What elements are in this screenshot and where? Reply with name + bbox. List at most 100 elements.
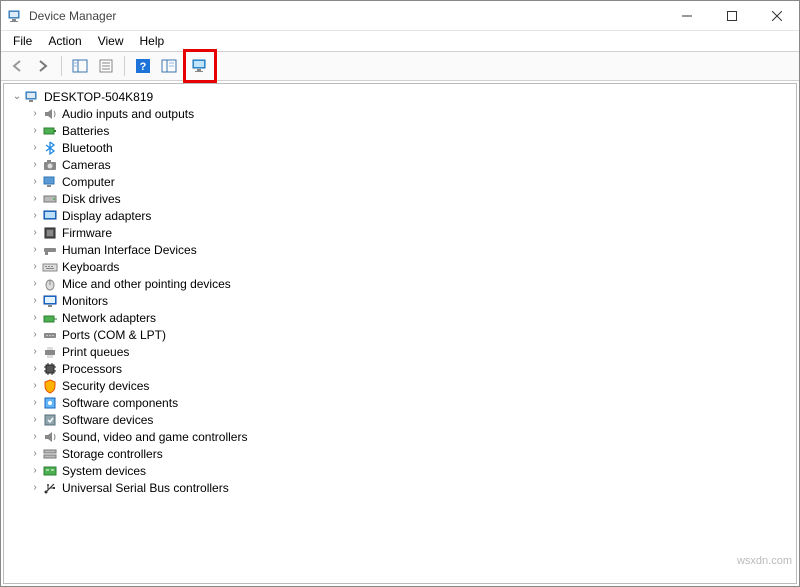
expand-collapse-icon[interactable]: ›: [28, 142, 42, 153]
action-button[interactable]: [157, 54, 181, 78]
menu-action[interactable]: Action: [40, 32, 89, 50]
back-button[interactable]: [5, 54, 29, 78]
tree-category-row[interactable]: › Human Interface Devices: [6, 241, 794, 258]
device-category-icon: [42, 191, 58, 207]
expand-collapse-icon[interactable]: ›: [28, 176, 42, 187]
tree-category-row[interactable]: ›Bluetooth: [6, 139, 794, 156]
toolbar: ?: [1, 51, 799, 81]
tree-category-row[interactable]: › Monitors: [6, 292, 794, 309]
expand-collapse-icon[interactable]: ›: [28, 346, 42, 357]
device-tree[interactable]: ⌄ DESKTOP-504K819 ›Audio inputs and outp…: [3, 83, 797, 584]
tree-category-row[interactable]: ›Universal Serial Bus controllers: [6, 479, 794, 496]
tree-category-row[interactable]: › Display adapters: [6, 207, 794, 224]
minimize-button[interactable]: [664, 1, 709, 31]
device-category-icon: [42, 344, 58, 360]
expand-collapse-icon[interactable]: ›: [28, 397, 42, 408]
expand-collapse-icon[interactable]: ›: [28, 159, 42, 170]
tree-category-label: Processors: [62, 362, 122, 376]
tree-category-row[interactable]: › Cameras: [6, 156, 794, 173]
tree-category-label: Display adapters: [62, 209, 151, 223]
expand-collapse-icon[interactable]: ⌄: [10, 91, 24, 102]
tree-category-row[interactable]: › System devices: [6, 462, 794, 479]
device-category-icon: [42, 276, 58, 292]
device-category-icon: [42, 463, 58, 479]
tree-category-row[interactable]: › Processors: [6, 360, 794, 377]
scan-for-hardware-changes-button[interactable]: [188, 54, 212, 78]
tree-category-row[interactable]: › Network adapters: [6, 309, 794, 326]
device-category-icon: [42, 123, 58, 139]
expand-collapse-icon[interactable]: ›: [28, 227, 42, 238]
device-category-icon: [42, 446, 58, 462]
tree-category-row[interactable]: ›Computer: [6, 173, 794, 190]
tree-category-row[interactable]: › Keyboards: [6, 258, 794, 275]
menu-help[interactable]: Help: [132, 32, 173, 50]
tree-category-label: Keyboards: [62, 260, 119, 274]
highlighted-toolbar-button: [183, 49, 217, 83]
tree-category-label: Cameras: [62, 158, 111, 172]
tree-root-label: DESKTOP-504K819: [44, 90, 153, 104]
expand-collapse-icon[interactable]: ›: [28, 295, 42, 306]
tree-category-row[interactable]: › Security devices: [6, 377, 794, 394]
device-category-icon: [42, 412, 58, 428]
tree-category-label: Ports (COM & LPT): [62, 328, 166, 342]
titlebar: Device Manager: [1, 1, 799, 31]
tree-category-label: Software devices: [62, 413, 153, 427]
expand-collapse-icon[interactable]: ›: [28, 210, 42, 221]
expand-collapse-icon[interactable]: ›: [28, 465, 42, 476]
device-category-icon: [42, 293, 58, 309]
expand-collapse-icon[interactable]: ›: [28, 431, 42, 442]
tree-category-row[interactable]: ›Batteries: [6, 122, 794, 139]
expand-collapse-icon[interactable]: ›: [28, 414, 42, 425]
toolbar-separator: [61, 56, 62, 76]
window-title: Device Manager: [29, 9, 664, 23]
expand-collapse-icon[interactable]: ›: [28, 244, 42, 255]
tree-category-label: Network adapters: [62, 311, 156, 325]
expand-collapse-icon[interactable]: ›: [28, 482, 42, 493]
device-category-icon: [42, 259, 58, 275]
expand-collapse-icon[interactable]: ›: [28, 278, 42, 289]
expand-collapse-icon[interactable]: ›: [28, 312, 42, 323]
tree-category-row[interactable]: ›Firmware: [6, 224, 794, 241]
tree-category-label: Security devices: [62, 379, 149, 393]
expand-collapse-icon[interactable]: ›: [28, 363, 42, 374]
device-category-icon: [42, 242, 58, 258]
expand-collapse-icon[interactable]: ›: [28, 108, 42, 119]
tree-category-row[interactable]: › Mice and other pointing devices: [6, 275, 794, 292]
tree-category-label: System devices: [62, 464, 146, 478]
tree-root-row[interactable]: ⌄ DESKTOP-504K819: [6, 88, 794, 105]
tree-category-label: Mice and other pointing devices: [62, 277, 231, 291]
device-category-icon: [42, 429, 58, 445]
computer-icon: [24, 89, 40, 105]
expand-collapse-icon[interactable]: ›: [28, 380, 42, 391]
tree-category-label: Monitors: [62, 294, 108, 308]
tree-category-row[interactable]: ›Audio inputs and outputs: [6, 105, 794, 122]
tree-category-row[interactable]: ›Storage controllers: [6, 445, 794, 462]
tree-category-row[interactable]: › Ports (COM & LPT): [6, 326, 794, 343]
menu-view[interactable]: View: [90, 32, 132, 50]
expand-collapse-icon[interactable]: ›: [28, 261, 42, 272]
close-button[interactable]: [754, 1, 799, 31]
expand-collapse-icon[interactable]: ›: [28, 125, 42, 136]
maximize-button[interactable]: [709, 1, 754, 31]
tree-category-label: Human Interface Devices: [62, 243, 197, 257]
device-category-icon: [42, 480, 58, 496]
properties-button[interactable]: [94, 54, 118, 78]
device-category-icon: [42, 208, 58, 224]
expand-collapse-icon[interactable]: ›: [28, 193, 42, 204]
tree-category-row[interactable]: ›Print queues: [6, 343, 794, 360]
device-category-icon: [42, 327, 58, 343]
tree-category-row[interactable]: ›Software components: [6, 394, 794, 411]
tree-category-row[interactable]: › Software devices: [6, 411, 794, 428]
forward-button[interactable]: [31, 54, 55, 78]
expand-collapse-icon[interactable]: ›: [28, 329, 42, 340]
tree-category-row[interactable]: ›Sound, video and game controllers: [6, 428, 794, 445]
device-category-icon: [42, 310, 58, 326]
help-button[interactable]: ?: [131, 54, 155, 78]
menu-file[interactable]: File: [5, 32, 40, 50]
expand-collapse-icon[interactable]: ›: [28, 448, 42, 459]
device-category-icon: [42, 395, 58, 411]
device-category-icon: [42, 174, 58, 190]
device-category-icon: [42, 361, 58, 377]
show-hide-console-tree-button[interactable]: [68, 54, 92, 78]
tree-category-row[interactable]: ›Disk drives: [6, 190, 794, 207]
